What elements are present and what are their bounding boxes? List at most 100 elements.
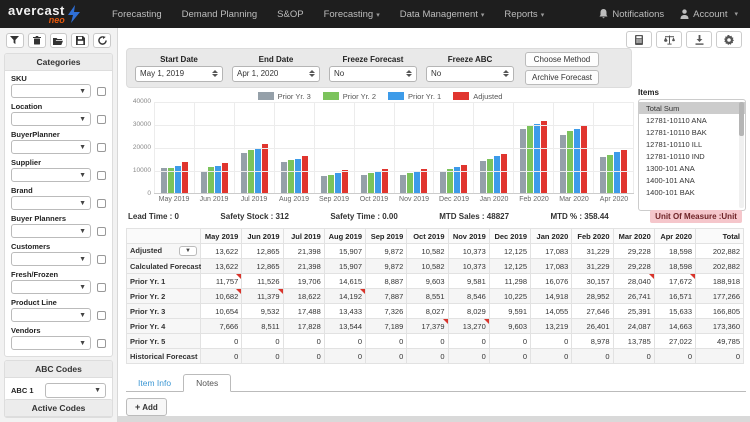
cell[interactable]: 14,192 — [323, 288, 367, 304]
item-row-1400-101-ana[interactable]: 1400-101 ANA — [639, 174, 745, 186]
cell[interactable]: 15,907 — [323, 243, 367, 259]
cell[interactable]: 18,622 — [282, 288, 325, 304]
item-row-12781-10110-ana[interactable]: 12781-10110 ANA — [639, 114, 745, 126]
tab-item-info[interactable]: Item Info — [126, 375, 183, 391]
cell[interactable]: 0 — [571, 348, 614, 364]
fresh-frozen-select[interactable]: ▼ — [11, 280, 91, 294]
cell[interactable]: 14,615 — [323, 273, 367, 289]
cell[interactable]: 202,882 — [695, 243, 744, 259]
cell[interactable]: 29,228 — [612, 258, 655, 274]
cell[interactable]: 0 — [447, 333, 490, 349]
cell[interactable]: 16,076 — [529, 273, 573, 289]
cell[interactable]: 27,022 — [653, 333, 697, 349]
buyer-planners-select[interactable]: ▼ — [11, 224, 91, 238]
freeze-abc-select[interactable]: No — [426, 65, 514, 82]
archive-forecast-button[interactable]: Archive Forecast — [525, 69, 600, 85]
nav-item-forecasting[interactable]: Forecasting ▾ — [324, 9, 380, 20]
notifications-button[interactable]: Notifications — [599, 9, 664, 20]
items-scrollbar[interactable] — [739, 102, 744, 208]
cell[interactable]: 13,270 — [447, 318, 490, 334]
cell[interactable]: 8,546 — [447, 288, 490, 304]
cell[interactable]: 0 — [447, 348, 490, 364]
cell[interactable]: 14,663 — [653, 318, 697, 334]
item-row-1400-101-bak[interactable]: 1400-101 BAK — [639, 186, 745, 198]
cell[interactable]: 0 — [364, 333, 408, 349]
cell[interactable]: 28,040 — [612, 273, 655, 289]
cell[interactable]: 15,907 — [323, 258, 367, 274]
cell[interactable]: 10,225 — [488, 288, 532, 304]
export-button[interactable] — [686, 31, 712, 48]
cell[interactable]: 0 — [695, 348, 744, 364]
cell[interactable]: 18,598 — [653, 258, 697, 274]
cell[interactable]: 10,373 — [447, 258, 490, 274]
cell[interactable]: 11,526 — [241, 273, 284, 289]
account-menu[interactable]: Account ▾ — [680, 9, 738, 20]
item-row-12781-10110-ill[interactable]: 12781-10110 ILL — [639, 138, 745, 150]
cell[interactable]: 14,055 — [529, 303, 573, 319]
sku-select[interactable]: ▼ — [11, 84, 91, 98]
sku-checkbox[interactable] — [97, 86, 106, 96]
cell[interactable]: 13,219 — [529, 318, 573, 334]
tab-notes[interactable]: Notes — [183, 374, 232, 392]
cell[interactable]: 13,622 — [199, 243, 243, 259]
cell[interactable]: 202,882 — [695, 258, 744, 274]
cell[interactable]: 24,087 — [612, 318, 655, 334]
cell[interactable]: 31,229 — [571, 258, 614, 274]
cell[interactable]: 7,887 — [364, 288, 408, 304]
cell[interactable]: 12,125 — [488, 258, 532, 274]
cell[interactable]: 12,865 — [241, 243, 284, 259]
vendors-checkbox[interactable] — [97, 338, 106, 348]
cell[interactable]: 8,511 — [241, 318, 284, 334]
item-row-12781-10110-ind[interactable]: 12781-10110 IND — [639, 150, 745, 162]
cell[interactable]: 21,398 — [282, 243, 325, 259]
cell[interactable]: 0 — [282, 333, 325, 349]
cell[interactable]: 30,157 — [571, 273, 614, 289]
product-line-checkbox[interactable] — [97, 310, 106, 320]
nav-item-reports[interactable]: Reports ▾ — [504, 9, 544, 20]
cell[interactable]: 29,228 — [612, 243, 655, 259]
brand-checkbox[interactable] — [97, 198, 106, 208]
compare-button[interactable] — [656, 31, 682, 48]
buyerplanner-checkbox[interactable] — [97, 142, 106, 152]
cell[interactable]: 15,633 — [653, 303, 697, 319]
cell[interactable]: 13,544 — [323, 318, 367, 334]
cell[interactable]: 0 — [199, 348, 243, 364]
cell[interactable]: 177,266 — [695, 288, 744, 304]
cell[interactable]: 188,918 — [695, 273, 744, 289]
cell[interactable]: 10,682 — [199, 288, 243, 304]
cell[interactable]: 11,757 — [199, 273, 243, 289]
brand-select[interactable]: ▼ — [11, 196, 91, 210]
scrollbar-thumb[interactable] — [739, 102, 744, 136]
cell[interactable]: 0 — [241, 333, 284, 349]
choose-method-button[interactable]: Choose Method — [525, 51, 600, 67]
add-note-button[interactable]: + Add — [126, 398, 167, 416]
calculator-button[interactable] — [626, 31, 652, 48]
cell[interactable]: 18,598 — [653, 243, 697, 259]
cell[interactable]: 11,379 — [241, 288, 284, 304]
cell[interactable]: 8,887 — [364, 273, 408, 289]
cell[interactable]: 26,401 — [571, 318, 614, 334]
cell[interactable]: 17,083 — [529, 243, 573, 259]
cell[interactable]: 166,805 — [695, 303, 744, 319]
cell[interactable]: 9,581 — [447, 273, 490, 289]
cell[interactable]: 11,298 — [488, 273, 532, 289]
cell[interactable]: 0 — [364, 348, 408, 364]
cell[interactable]: 0 — [406, 333, 449, 349]
nav-item-forecasting[interactable]: Forecasting — [112, 9, 162, 20]
cell[interactable]: 0 — [529, 333, 573, 349]
cell[interactable]: 9,532 — [241, 303, 284, 319]
cell[interactable]: 0 — [199, 333, 243, 349]
cell[interactable]: 25,391 — [612, 303, 655, 319]
cell[interactable]: 8,029 — [447, 303, 490, 319]
nav-item-demand-planning[interactable]: Demand Planning — [182, 9, 258, 20]
cell[interactable]: 7,189 — [364, 318, 408, 334]
end-date-select[interactable]: Apr 1, 2020 — [232, 65, 320, 82]
cell[interactable]: 21,398 — [282, 258, 325, 274]
cell[interactable]: 0 — [488, 348, 532, 364]
item-row-12781-10110-bak[interactable]: 12781-10110 BAK — [639, 126, 745, 138]
cell[interactable]: 9,872 — [364, 258, 408, 274]
cell[interactable]: 10,582 — [406, 258, 449, 274]
row-dropdown-button[interactable]: ▼ — [179, 246, 197, 256]
fresh-frozen-checkbox[interactable] — [97, 282, 106, 292]
cell[interactable]: 27,646 — [571, 303, 614, 319]
